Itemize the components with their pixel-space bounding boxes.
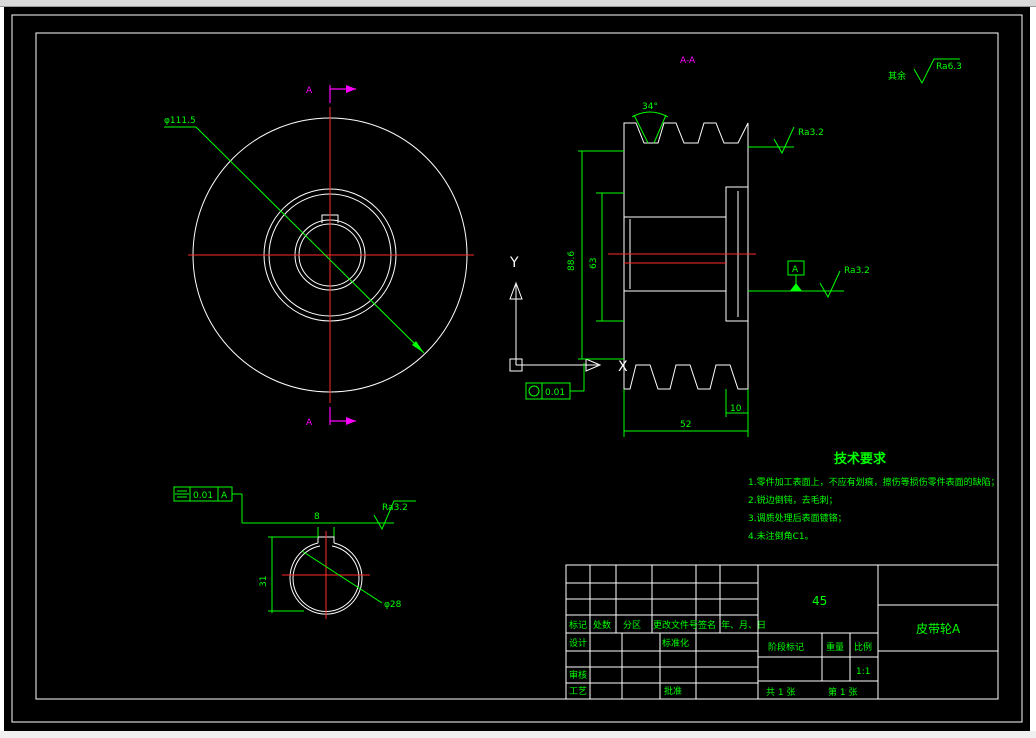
- inner-frame: [35, 32, 999, 700]
- section-arrowhead-top: [346, 85, 356, 93]
- drawing-svg: φ111.5 A A Y X A-A 34° 88.6 63 52 10 Ra3…: [11, 14, 1023, 723]
- tb-sheet-no: 第 1 张: [828, 686, 857, 698]
- circularity-value: 0.01: [545, 388, 565, 398]
- key-width-label: 8: [314, 512, 320, 522]
- groove-roughness-symbol: [773, 126, 795, 155]
- datum-triangle: [790, 283, 802, 291]
- ucs-icon: Y X: [509, 255, 628, 375]
- tb-standard: 标准化: [662, 637, 689, 649]
- groove-angle-arc: [631, 111, 669, 118]
- tb-design: 设计: [569, 637, 587, 649]
- symmetry-value: 0.01: [193, 491, 213, 501]
- tb-header-doc: 更改文件号: [653, 619, 698, 631]
- tb-scale-label: 比例: [854, 641, 872, 653]
- key-depth-label: 31: [259, 576, 269, 587]
- cad-drawing-canvas[interactable]: φ111.5 A A Y X A-A 34° 88.6 63 52 10 Ra3…: [4, 7, 1030, 731]
- dia-leader-line: [195, 126, 425, 354]
- tech-item-3: 3.调质处理后表面镀铬；: [748, 512, 847, 524]
- section-mark-top: A: [306, 86, 313, 96]
- section-arrowhead-bottom: [346, 417, 356, 425]
- tb-header-count: 处数: [593, 619, 611, 631]
- window-top-strip: [0, 0, 1036, 7]
- tb-approve: 批准: [664, 685, 682, 697]
- groove-angle-label: 34°: [642, 102, 658, 112]
- bore-roughness-symbol: [819, 270, 841, 299]
- keyway-roughness: Ra3.2: [382, 503, 408, 513]
- circularity-icon: [528, 385, 540, 397]
- tech-item-4: 4.未注倒角C1。: [748, 530, 814, 542]
- keyway-detail: 0.01 A Ra3.2 8 31 φ28: [173, 486, 416, 619]
- section-title: A-A: [680, 56, 696, 66]
- tb-part-name: 皮带轮A: [916, 622, 961, 636]
- front-view: φ111.5 A A: [164, 85, 474, 428]
- pitch-dia-label: 88.6: [567, 251, 577, 271]
- width-label: 52: [680, 420, 691, 430]
- tech-item-2: 2.锐边倒钝，去毛刺；: [748, 494, 838, 506]
- tb-review: 审核: [569, 669, 587, 681]
- tb-weight: 重量: [826, 641, 844, 653]
- tb-process: 工艺: [569, 686, 587, 697]
- section-lower-hatch: [623, 290, 749, 390]
- section-mark-bottom: A: [306, 418, 313, 428]
- bore-dia-leader: [301, 550, 383, 604]
- tech-item-1: 1.零件加工表面上，不应有划痕，擦伤等损伤零件表面的缺陷；: [748, 476, 1000, 488]
- tb-stage-mark: 阶段标记: [768, 641, 804, 653]
- window-bottom-strip: [0, 731, 1036, 738]
- bore-roughness: Ra3.2: [844, 266, 870, 276]
- groove-roughness: Ra3.2: [798, 128, 824, 138]
- hub-dia-label: 63: [589, 258, 599, 269]
- offset-label: 10: [730, 404, 742, 414]
- tb-material: 45: [812, 594, 827, 608]
- ucs-y-label: Y: [509, 255, 519, 271]
- datum-label: A: [792, 265, 799, 275]
- section-upper-hatch: [623, 122, 749, 218]
- ucs-x-label: X: [618, 359, 628, 375]
- symmetry-datum: A: [221, 491, 228, 501]
- rest-roughness: 其余 Ra6.3: [888, 58, 962, 85]
- title-block: 标记 处数 分区 更改文件号 签名 年、月、日 设计 标准化 审核 工艺 批准 …: [565, 564, 999, 700]
- tb-header-date: 年、月、日: [721, 619, 766, 631]
- tb-sheets: 共 1 张: [766, 687, 795, 698]
- tb-header-zone: 分区: [623, 620, 641, 631]
- circularity-symbol-box: [525, 382, 543, 400]
- tb-header-mark: 标记: [569, 619, 587, 631]
- outer-dia-label: φ111.5: [164, 116, 196, 126]
- section-view: A-A 34° 88.6 63 52 10 Ra3.2 A Ra3.2 0.01: [525, 56, 870, 437]
- tech-title: 技术要求: [834, 451, 887, 467]
- rest-roughness-label: 其余: [888, 70, 906, 82]
- tb-scale: 1:1: [856, 667, 870, 677]
- bore-dia-label: φ28: [384, 600, 402, 610]
- tech-requirements: 技术要求 1.零件加工表面上，不应有划痕，擦伤等损伤零件表面的缺陷； 2.锐边倒…: [748, 451, 1000, 542]
- tb-header-sign: 签名: [698, 619, 716, 631]
- rest-roughness-value: Ra6.3: [936, 62, 962, 72]
